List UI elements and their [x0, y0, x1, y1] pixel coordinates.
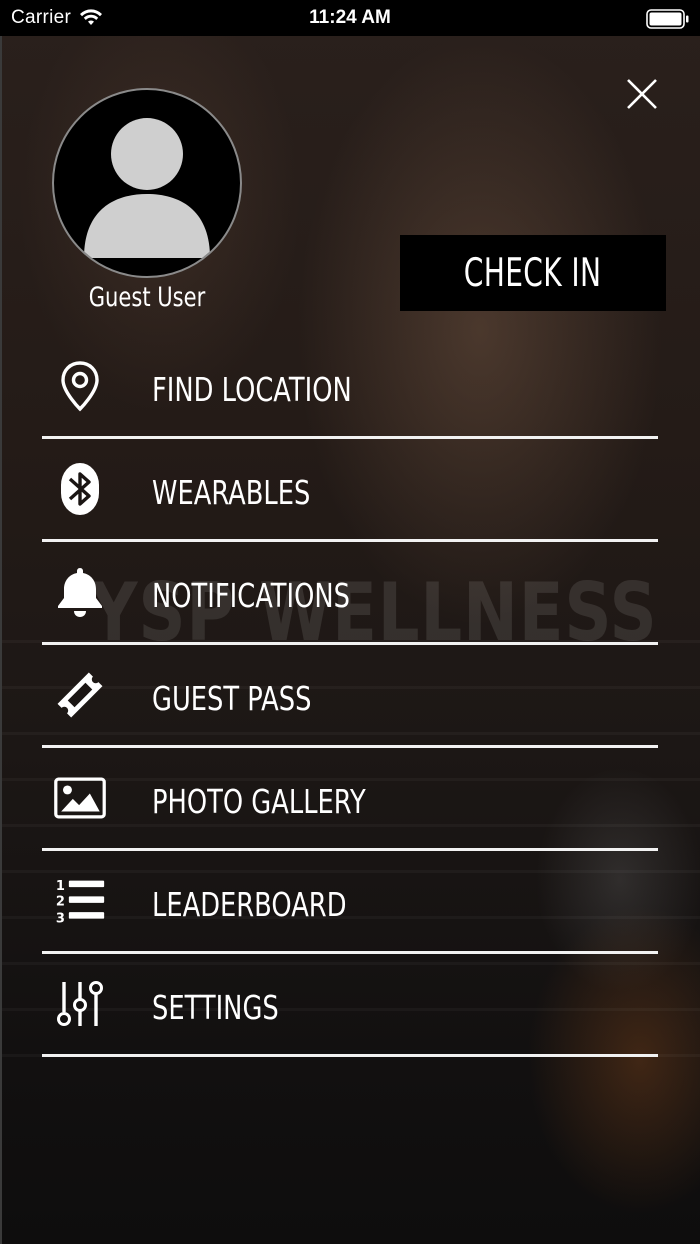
menu-item-wearables[interactable]: WEARABLES [42, 439, 658, 542]
menu-label: GUEST PASS [152, 679, 312, 718]
user-silhouette-icon [84, 118, 210, 258]
menu-item-leaderboard[interactable]: 1 2 3 LEADERBOARD [42, 851, 658, 954]
check-in-button[interactable]: CHECK IN [400, 235, 666, 311]
panel-edge [0, 36, 2, 1244]
status-bar: Carrier 11:24 AM [0, 0, 700, 36]
svg-text:1: 1 [56, 879, 65, 894]
image-icon [54, 770, 106, 826]
menu-label: NOTIFICATIONS [152, 576, 350, 615]
ticket-icon [54, 667, 106, 723]
check-in-label: CHECK IN [464, 250, 602, 296]
menu-label: SETTINGS [152, 988, 279, 1027]
menu-label: LEADERBOARD [152, 885, 347, 924]
menu-item-notifications[interactable]: NOTIFICATIONS [42, 542, 658, 645]
menu-item-photo-gallery[interactable]: PHOTO GALLERY [42, 748, 658, 851]
user-name: Guest User [88, 282, 206, 313]
carrier-label: Carrier [11, 7, 72, 28]
status-time: 11:24 AM [309, 7, 391, 28]
carrier-info: Carrier [11, 7, 103, 29]
bluetooth-icon [54, 461, 106, 517]
menu-label: PHOTO GALLERY [152, 782, 366, 821]
ranked-list-icon: 1 2 3 [54, 873, 106, 929]
side-menu: FIND LOCATION WEARABLES NOTIFICATIONS GU… [42, 336, 658, 1057]
menu-item-guest-pass[interactable]: GUEST PASS [42, 645, 658, 748]
menu-item-find-location[interactable]: FIND LOCATION [42, 336, 658, 439]
menu-label: FIND LOCATION [152, 370, 352, 409]
svg-text:2: 2 [56, 895, 65, 910]
avatar[interactable] [52, 88, 242, 278]
wifi-icon [80, 9, 103, 25]
menu-label: WEARABLES [152, 473, 311, 512]
svg-text:3: 3 [56, 911, 65, 926]
location-pin-icon [54, 358, 106, 414]
close-button[interactable] [622, 74, 662, 114]
battery-icon [646, 9, 689, 29]
sliders-icon [54, 976, 106, 1032]
bell-icon [54, 564, 106, 620]
menu-item-settings[interactable]: SETTINGS [42, 954, 658, 1057]
close-icon [627, 79, 657, 109]
